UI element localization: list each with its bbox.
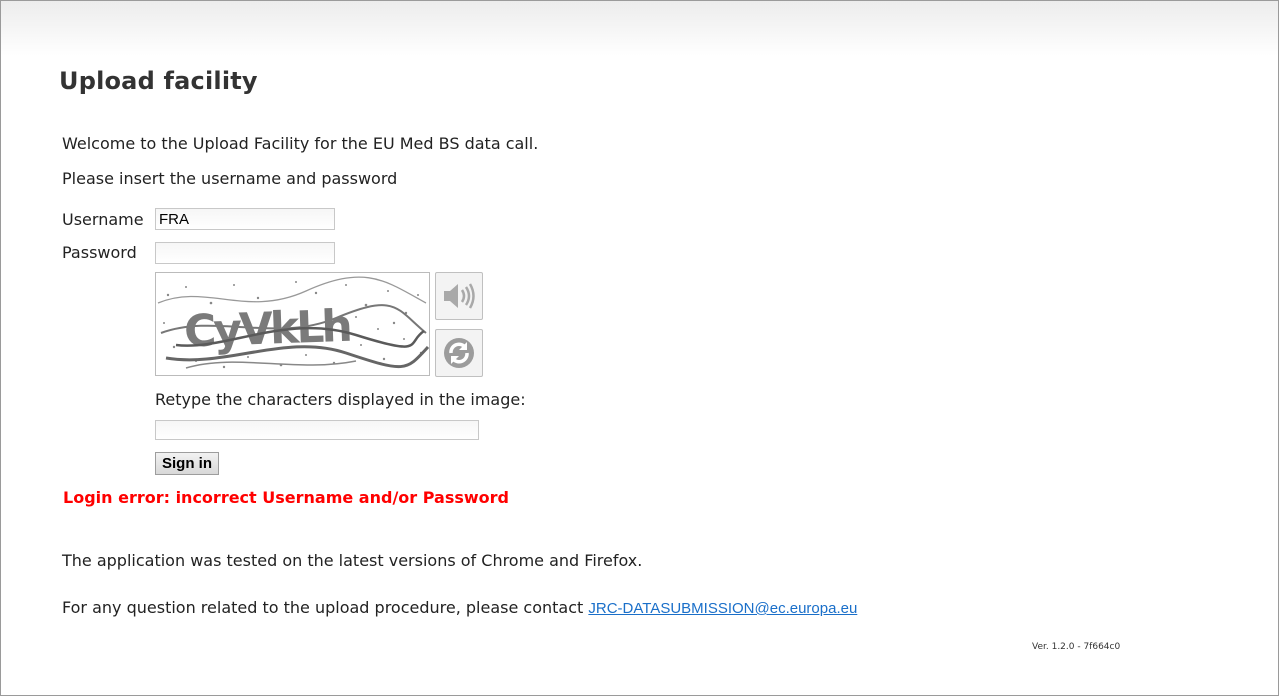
username-label: Username xyxy=(62,210,144,229)
captcha-audio-button[interactable] xyxy=(435,272,483,320)
captcha-image: CyVkLh xyxy=(155,272,430,376)
captcha-instruction: Retype the characters displayed in the i… xyxy=(155,390,526,409)
contact-line: For any question related to the upload p… xyxy=(62,598,857,617)
instruction-text: Please insert the username and password xyxy=(62,169,398,188)
captcha-input[interactable] xyxy=(155,420,479,440)
contact-prefix: For any question related to the upload p… xyxy=(62,598,589,617)
speaker-icon xyxy=(444,283,475,309)
captcha-refresh-button[interactable] xyxy=(435,329,483,377)
welcome-text: Welcome to the Upload Facility for the E… xyxy=(62,134,539,153)
version-label: Ver. 1.2.0 - 7f664c0 xyxy=(1032,642,1121,652)
login-error-message: Login error: incorrect Username and/or P… xyxy=(63,488,509,507)
password-input[interactable] xyxy=(155,242,335,264)
browser-note: The application was tested on the latest… xyxy=(62,551,643,570)
contact-email-link[interactable]: JRC-DATASUBMISSION@ec.europa.eu xyxy=(588,600,857,617)
page-title: Upload facility xyxy=(59,67,258,95)
signin-button[interactable]: Sign in xyxy=(155,452,219,475)
refresh-icon xyxy=(444,338,474,368)
username-input[interactable] xyxy=(155,208,335,230)
password-label: Password xyxy=(62,243,137,262)
page-frame: Upload facility Welcome to the Upload Fa… xyxy=(0,0,1279,696)
